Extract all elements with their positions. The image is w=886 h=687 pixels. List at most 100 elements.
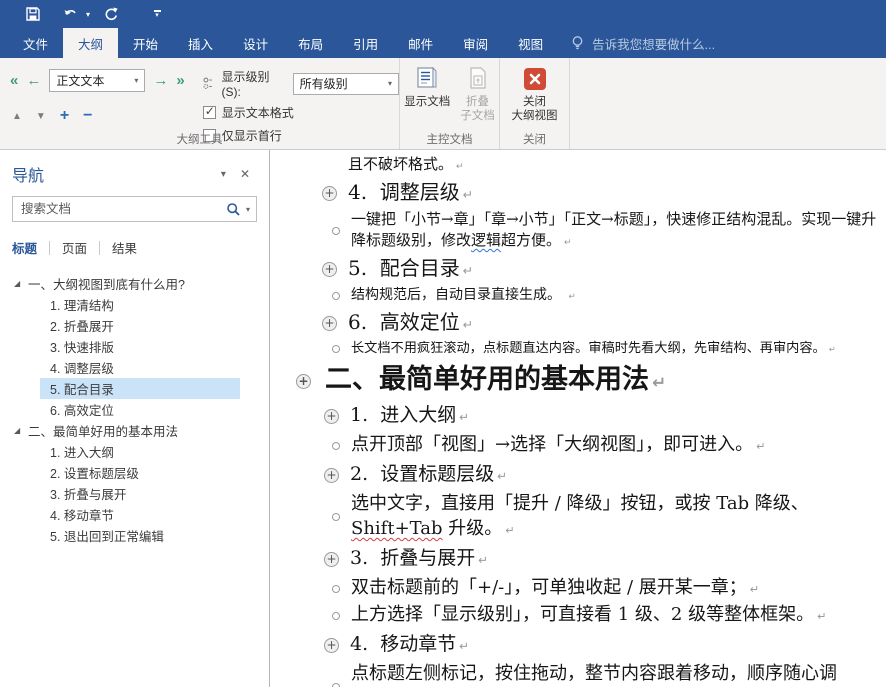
outline-level-combobox[interactable]: 正文文本 ▾: [49, 69, 145, 92]
outline-heading[interactable]: +1. 进入大纲↵: [270, 403, 886, 430]
qat-customize-button[interactable]: ▾: [142, 10, 172, 18]
nav-tree-item[interactable]: 3. 折叠与展开: [40, 483, 240, 504]
nav-tree-item[interactable]: ◢二、最简单好用的基本用法: [12, 420, 257, 441]
group-label-master-document: 主控文档: [400, 131, 499, 147]
outline-heading[interactable]: +5. 配合目录↵: [270, 256, 886, 283]
expand-collapse-plus-icon[interactable]: +: [322, 316, 337, 331]
text-segment: 双击标题前的「+/-」，可单独收起 / 展开某一章；: [351, 577, 747, 598]
nav-tree-item[interactable]: 1. 进入大纲: [40, 441, 240, 462]
nav-tree-item[interactable]: 2. 折叠展开: [40, 315, 240, 336]
body-bullet-icon[interactable]: [332, 345, 340, 353]
outline-heading[interactable]: +6. 高效定位↵: [270, 310, 886, 337]
outline-heading[interactable]: +3. 折叠与展开↵: [270, 546, 886, 573]
expand-collapse-plus-icon[interactable]: +: [324, 468, 339, 483]
text-segment: 长文档不用疯狂滚动，点标题直达内容。审稿时先看大纲，先审结构、再审内容。: [351, 341, 826, 356]
expand-collapse-plus-icon[interactable]: +: [324, 409, 339, 424]
outline-heading[interactable]: +二、最简单好用的基本用法↵: [270, 362, 886, 400]
outline-heading[interactable]: +2. 设置标题层级↵: [270, 462, 886, 489]
nav-tree-item[interactable]: ◢一、大纲视图到底有什么用?: [12, 273, 257, 294]
expand-collapse-plus-icon[interactable]: +: [322, 186, 337, 201]
outline-body-text[interactable]: 结构规范后，自动目录直接生成。 ↵: [270, 285, 886, 307]
show-text-format-option[interactable]: 显示文本格式: [203, 103, 399, 122]
chevron-down-icon: ▾: [134, 76, 138, 85]
nav-tab-2[interactable]: 结果: [112, 236, 137, 259]
collapse-triangle-icon[interactable]: ◢: [12, 426, 28, 435]
document-outline-area[interactable]: 且不破坏格式。↵ +4. 调整层级↵ 一键把「小节→章」「章→小节」「正文→标题」，…: [270, 150, 886, 687]
save-button[interactable]: [16, 2, 50, 26]
nav-tree-item[interactable]: 4. 调整层级: [40, 357, 240, 378]
redo-button[interactable]: [94, 2, 128, 26]
expand-collapse-plus-icon[interactable]: +: [322, 262, 337, 277]
body-bullet-icon[interactable]: [332, 442, 340, 450]
ribbon-tab-0[interactable]: 文件: [8, 28, 63, 58]
outline-body-text[interactable]: 一键把「小节→章」「章→小节」「正文→标题」，快速修正结构混乱。实现一键升降标题…: [270, 209, 886, 253]
search-box[interactable]: ▾: [12, 196, 257, 222]
outline-body-text[interactable]: 上方选择「显示级别」，可直接看 1 级、2 级等整体框架。↵: [270, 602, 886, 629]
body-bullet-icon[interactable]: [332, 585, 340, 593]
nav-item-label: 3. 快速排版: [50, 337, 114, 356]
outline-body-text[interactable]: 点标题左侧标记，按住拖动，整节内容跟着移动，顺序随心调整。↵: [270, 661, 886, 687]
demote-to-bodytext-button[interactable]: »: [176, 73, 184, 88]
expand-collapse-plus-icon[interactable]: +: [296, 374, 311, 389]
nav-tree-item[interactable]: 3. 快速排版: [40, 336, 240, 357]
ribbon-tab-9[interactable]: 视图: [503, 28, 558, 58]
outline-heading[interactable]: +4. 移动章节↵: [270, 632, 886, 659]
nav-tree-item[interactable]: 1. 理清结构: [40, 294, 240, 315]
outline-body-text[interactable]: 双击标题前的「+/-」，可单独收起 / 展开某一章；↵: [270, 575, 886, 602]
ribbon-tab-3[interactable]: 插入: [173, 28, 228, 58]
move-down-button[interactable]: ▼: [36, 111, 46, 122]
ribbon-tab-8[interactable]: 审阅: [448, 28, 503, 58]
body-bullet-icon[interactable]: [332, 612, 340, 620]
ribbon-tab-5[interactable]: 布局: [283, 28, 338, 58]
body-bullet-icon[interactable]: [332, 513, 340, 521]
body-bullet-icon[interactable]: [332, 292, 340, 300]
nav-tree-item[interactable]: 5. 退出回到正常编辑: [40, 525, 240, 546]
ribbon-tab-2[interactable]: 开始: [118, 28, 173, 58]
group-close: 关闭 大纲视图 关闭: [500, 58, 570, 149]
move-up-button[interactable]: ▲: [12, 111, 22, 122]
collapse-subdocuments-icon: [465, 66, 491, 92]
show-level-combobox[interactable]: 所有级别 ▾: [293, 73, 399, 95]
nav-tree-item[interactable]: 5. 配合目录: [40, 378, 240, 399]
outline-body-text[interactable]: 点开顶部「视图」→选择「大纲视图」，即可进入。↵: [270, 432, 886, 459]
tell-me-box[interactable]: 告诉我您想要做什么...: [558, 28, 727, 58]
undo-dropdown-caret[interactable]: ▾: [86, 10, 90, 19]
ribbon-tab-6[interactable]: 引用: [338, 28, 393, 58]
navigation-tabs: 标题 页面 结果: [12, 236, 257, 259]
expand-button[interactable]: +: [60, 108, 69, 124]
collapse-button[interactable]: −: [83, 108, 92, 124]
nav-tree-item[interactable]: 2. 设置标题层级: [40, 462, 240, 483]
text-segment: 一键把「小节→章」「章→小节」「正文→标题」，快速修正结构混乱。实现一键升降标题…: [351, 210, 876, 249]
outline-heading[interactable]: +4. 调整层级↵: [270, 180, 886, 207]
outline-body-text[interactable]: 长文档不用疯狂滚动，点标题直达内容。审稿时先看大纲，先审结构、再审内容。↵: [270, 339, 886, 359]
body-bullet-icon[interactable]: [332, 227, 340, 235]
nav-tab-0[interactable]: 标题: [12, 236, 37, 259]
search-icon[interactable]: [226, 202, 241, 217]
promote-button[interactable]: ←: [26, 73, 41, 88]
demote-button[interactable]: →: [153, 73, 168, 88]
expand-collapse-plus-icon[interactable]: +: [324, 552, 339, 567]
undo-button[interactable]: [54, 2, 88, 26]
body-bullet-icon[interactable]: [332, 683, 340, 687]
collapse-triangle-icon[interactable]: ◢: [12, 279, 28, 288]
nav-tree-item[interactable]: 4. 移动章节: [40, 504, 240, 525]
outline-body-text[interactable]: 选中文字，直接用「提升 / 降级」按钮，或按 Tab 降级、Shift+Tab …: [270, 491, 886, 543]
outline-text: 4. 调整层级↵: [348, 180, 473, 207]
paragraph-return-mark: ↵: [463, 187, 473, 202]
search-input[interactable]: [21, 202, 226, 216]
outline-body-text[interactable]: 且不破坏格式。↵: [270, 154, 886, 177]
promote-to-heading1-button[interactable]: «: [10, 73, 18, 88]
nav-tab-1[interactable]: 页面: [62, 236, 87, 259]
navigation-options-caret[interactable]: ▾: [214, 169, 233, 180]
checkbox-checked-icon[interactable]: [203, 106, 216, 119]
nav-tree-item[interactable]: 6. 高效定位: [40, 399, 240, 420]
ribbon-tab-1[interactable]: 大纲: [63, 28, 118, 58]
navigation-close-icon[interactable]: ✕: [233, 167, 257, 181]
search-dropdown-caret[interactable]: ▾: [246, 205, 250, 214]
nav-item-label: 2. 折叠展开: [50, 316, 114, 335]
chevron-down-icon: ▾: [388, 79, 392, 88]
nav-tab-separator: [49, 241, 50, 255]
ribbon-tab-4[interactable]: 设计: [228, 28, 283, 58]
expand-collapse-plus-icon[interactable]: +: [324, 638, 339, 653]
ribbon-tab-7[interactable]: 邮件: [393, 28, 448, 58]
